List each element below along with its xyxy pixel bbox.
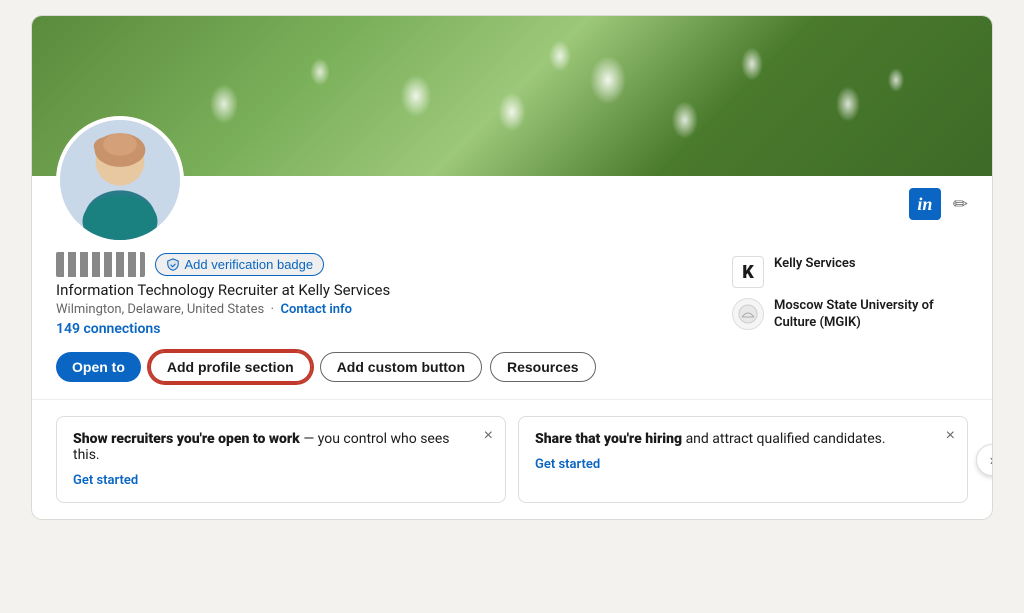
top-right-icons: in ✏ xyxy=(909,188,968,220)
linkedin-in-text: in xyxy=(917,194,932,215)
resources-button[interactable]: Resources xyxy=(490,352,596,382)
hiring-card-close-button[interactable]: × xyxy=(946,427,955,445)
shield-check-icon xyxy=(166,258,180,272)
university-logo-icon xyxy=(738,304,758,324)
open-to-work-card-title: Show recruiters you're open to work — yo… xyxy=(73,431,489,463)
profile-area: in ✏ ·tml ·.·t·s Add verification badge … xyxy=(32,176,992,399)
action-buttons: Open to Add profile section Add custom b… xyxy=(56,351,708,383)
hiring-card: × Share that you're hiring and attract q… xyxy=(518,416,968,503)
add-custom-button-button[interactable]: Add custom button xyxy=(320,352,482,382)
add-profile-section-button[interactable]: Add profile section xyxy=(149,351,312,383)
hiring-get-started-link[interactable]: Get started xyxy=(535,457,600,472)
open-to-work-get-started-link[interactable]: Get started xyxy=(73,473,138,488)
info-cards-row: × Show recruiters you're open to work — … xyxy=(32,399,992,519)
university-logo xyxy=(732,298,764,330)
company-item-kelly: K Kelly Services xyxy=(732,256,968,288)
contact-info-link[interactable]: Contact info xyxy=(281,302,352,317)
verification-badge-label: Add verification badge xyxy=(184,257,313,272)
edit-icon[interactable]: ✏ xyxy=(953,194,968,215)
next-arrow-icon: › xyxy=(990,450,992,469)
profile-location: Wilmington, Delaware, United States · Co… xyxy=(56,302,708,317)
hiring-card-title: Share that you're hiring and attract qua… xyxy=(535,431,951,447)
hiring-title-bold: Share that you're hiring xyxy=(535,431,682,447)
avatar-image xyxy=(60,120,180,240)
open-to-work-close-button[interactable]: × xyxy=(484,427,493,445)
profile-content: ·tml ·.·t·s Add verification badge Infor… xyxy=(56,176,968,383)
profile-card: in ✏ ·tml ·.·t·s Add verification badge … xyxy=(32,16,992,519)
university-name: Moscow State University of Culture (MGIK… xyxy=(774,298,968,332)
profile-headline: Information Technology Recruiter at Kell… xyxy=(56,281,708,299)
open-to-button[interactable]: Open to xyxy=(56,352,141,382)
location-text: Wilmington, Delaware, United States xyxy=(56,302,264,317)
open-to-work-card: × Show recruiters you're open to work — … xyxy=(56,416,506,503)
carousel-next-button[interactable]: › xyxy=(976,444,992,476)
kelly-services-name: Kelly Services xyxy=(774,256,856,273)
avatar xyxy=(56,116,184,244)
profile-left: ·tml ·.·t·s Add verification badge Infor… xyxy=(56,252,708,383)
company-item-university: Moscow State University of Culture (MGIK… xyxy=(732,298,968,332)
connections-count[interactable]: 149 connections xyxy=(56,321,708,337)
linkedin-in-badge: in xyxy=(909,188,941,220)
hiring-title-dash: and attract qualified candidates. xyxy=(682,431,886,447)
profile-name: ·tml ·.·t·s xyxy=(56,252,145,277)
profile-right: K Kelly Services Moscow State University… xyxy=(708,252,968,342)
add-verification-badge-button[interactable]: Add verification badge xyxy=(155,253,324,276)
kelly-services-logo: K xyxy=(732,256,764,288)
open-to-work-title-bold: Show recruiters you're open to work xyxy=(73,431,300,447)
avatar-wrapper xyxy=(56,116,184,244)
name-row: ·tml ·.·t·s Add verification badge xyxy=(56,252,708,277)
